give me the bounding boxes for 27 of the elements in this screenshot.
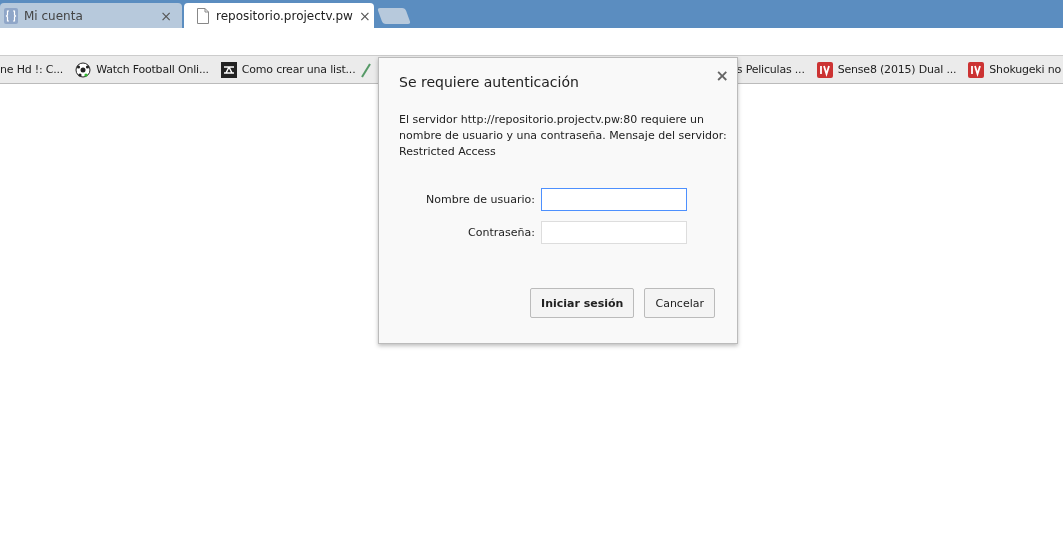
- ball-icon: [75, 61, 92, 78]
- bookmark-link[interactable]: Watch Football Onli...: [96, 63, 209, 76]
- tv-logo-icon: [968, 61, 985, 78]
- tab-title: repositorio.projectv.pw: [216, 8, 353, 23]
- bookmark-link[interactable]: Sense8 (2015) Dual ...: [837, 63, 957, 76]
- browser-tab[interactable]: repositorio.projectv.pw ×: [184, 3, 374, 28]
- logo-icon: [220, 61, 237, 78]
- dialog-button[interactable]: Iniciar sesión: [530, 288, 635, 318]
- input-field[interactable]: [541, 188, 687, 211]
- dialog-title: Se requiere autenticación: [399, 74, 579, 90]
- pencil-icon: [361, 61, 372, 78]
- tv-logo-icon: [816, 61, 833, 78]
- browser-tab[interactable]: Mi cuenta ×: [0, 3, 182, 28]
- field-label: Contraseña:: [467, 226, 535, 239]
- new-tab-button[interactable]: [377, 8, 411, 24]
- tab-title: Mi cuenta: [24, 8, 84, 23]
- page-icon: [196, 7, 210, 24]
- field-label: Nombre de usuario:: [426, 193, 535, 206]
- bookmark-link[interactable]: Como crear una list...: [241, 63, 356, 76]
- braces-icon: [4, 7, 18, 24]
- bookmark-link[interactable]: ne Hd !: C...: [0, 63, 64, 76]
- dialog-button[interactable]: Cancelar: [644, 288, 715, 318]
- bookmark-link[interactable]: Shokugeki no: [989, 63, 1061, 76]
- dialog-message: El servidor http://repositorio.projectv.pw:80 requiere un nombre de usuario y una contraseña. Mensaje del servidor: Restricted Access: [399, 112, 728, 160]
- close-icon[interactable]: ×: [160, 7, 172, 24]
- close-icon[interactable]: ×: [715, 66, 729, 85]
- close-icon[interactable]: ×: [358, 7, 371, 24]
